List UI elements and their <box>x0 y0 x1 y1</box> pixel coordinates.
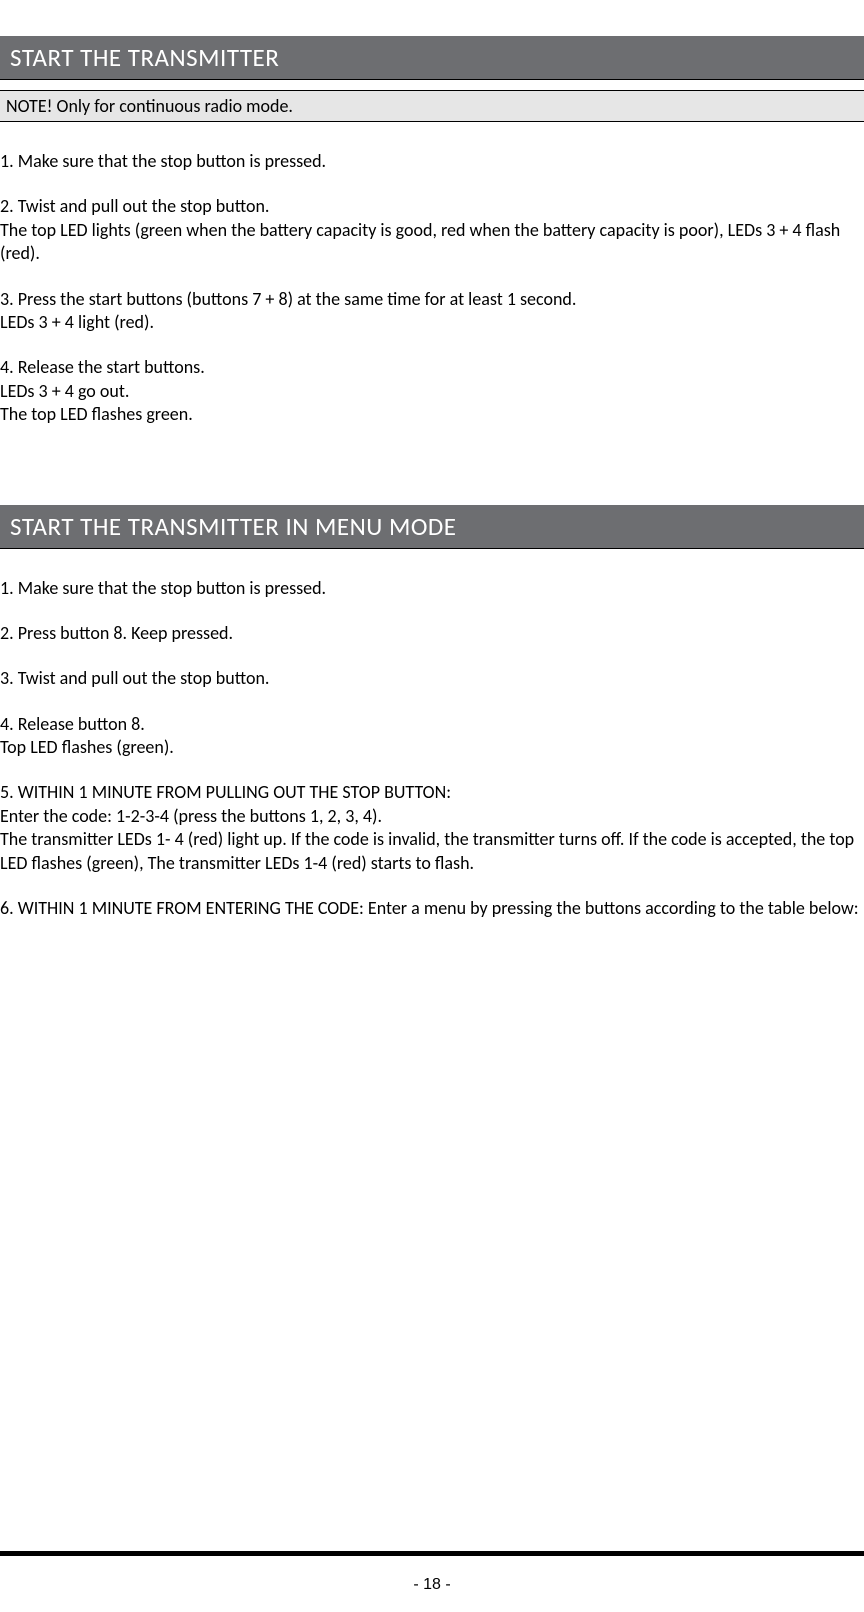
step-4: 4. Release the start buttons. LEDs 3 + 4… <box>0 356 864 426</box>
page-number: - 18 - <box>0 1576 864 1594</box>
page-number-text: - 18 - <box>413 1576 450 1593</box>
step-1: 1. Make sure that the stop button is pre… <box>0 577 864 600</box>
step-1: 1. Make sure that the stop button is pre… <box>0 150 864 173</box>
section2-body: 1. Make sure that the stop button is pre… <box>0 577 864 921</box>
note-text: NOTE! Only for continuous radio mode. <box>6 95 293 117</box>
section-heading-menu-mode: START THE TRANSMITTER IN MENU MODE <box>0 505 864 549</box>
footer-rule <box>0 1551 864 1556</box>
step-5: 5. WITHIN 1 MINUTE FROM PULLING OUT THE … <box>0 781 864 875</box>
step-2: 2. Press button 8. Keep pressed. <box>0 622 864 645</box>
note-box: NOTE! Only for continuous radio mode. <box>0 90 864 122</box>
page-content: START THE TRANSMITTER NOTE! Only for con… <box>0 36 864 920</box>
section-title: START THE TRANSMITTER <box>10 42 279 73</box>
step-2: 2. Twist and pull out the stop button. T… <box>0 195 864 265</box>
section-heading-start-transmitter: START THE TRANSMITTER <box>0 36 864 80</box>
step-6: 6. WITHIN 1 MINUTE FROM ENTERING THE COD… <box>0 897 864 920</box>
step-3: 3. Press the start buttons (buttons 7 + … <box>0 288 864 335</box>
step-4: 4. Release button 8. Top LED flashes (gr… <box>0 713 864 760</box>
section1-body: 1. Make sure that the stop button is pre… <box>0 150 864 427</box>
step-3: 3. Twist and pull out the stop button. <box>0 667 864 690</box>
section-title: START THE TRANSMITTER IN MENU MODE <box>10 511 456 542</box>
